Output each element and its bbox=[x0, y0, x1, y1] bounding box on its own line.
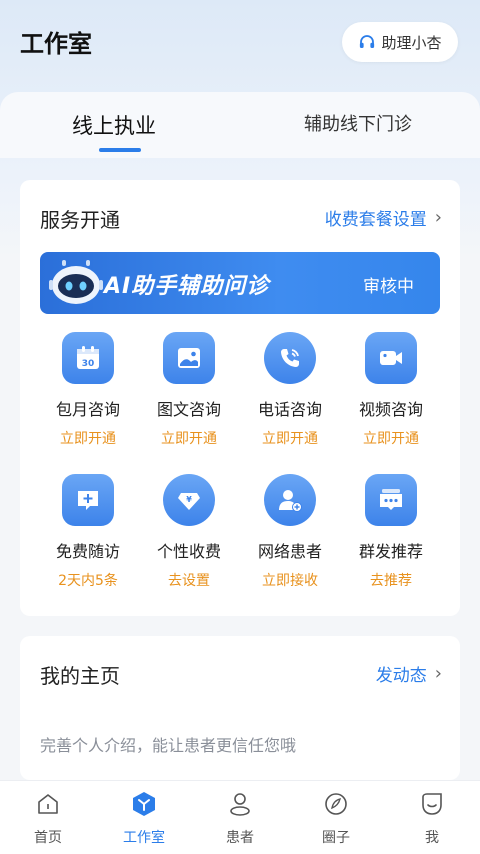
nav-label: 患者 bbox=[226, 830, 254, 846]
message-plus-icon bbox=[62, 474, 114, 526]
service-action[interactable]: 立即开通 bbox=[341, 428, 441, 448]
nav-studio[interactable]: 工作室 bbox=[104, 789, 184, 847]
service-monthly-consult[interactable]: 30 包月咨询 立即开通 bbox=[38, 332, 138, 448]
assistant-label: 助理小杏 bbox=[381, 33, 442, 52]
service-label: 电话咨询 bbox=[257, 400, 322, 419]
service-action[interactable]: 立即开通 bbox=[38, 428, 138, 448]
robot-icon bbox=[49, 260, 103, 304]
home-card-title: 我的主页 bbox=[40, 664, 120, 688]
profile-icon bbox=[422, 793, 442, 815]
studio-icon bbox=[133, 792, 155, 816]
ai-banner-title: AI助手辅助问诊 bbox=[104, 274, 270, 299]
nav-circle[interactable]: 圈子 bbox=[296, 789, 376, 847]
nav-me[interactable]: 我 bbox=[392, 789, 472, 847]
image-icon bbox=[163, 332, 215, 384]
page-title: 工作室 bbox=[20, 30, 92, 58]
phone-icon bbox=[264, 332, 316, 384]
home-icon bbox=[38, 794, 58, 814]
post-update-link[interactable]: 发动态 › bbox=[376, 661, 442, 686]
circle-icon bbox=[325, 793, 347, 815]
group-message-icon bbox=[365, 474, 417, 526]
service-card-title: 服务开通 bbox=[40, 208, 120, 232]
service-action[interactable]: 去推荐 bbox=[341, 570, 441, 590]
my-homepage-card: 我的主页 发动态 › 完善个人介绍，能让患者更信任您哦 bbox=[20, 636, 460, 780]
nav-home[interactable]: 首页 bbox=[8, 789, 88, 847]
patient-add-icon bbox=[264, 474, 316, 526]
tab-online-practice[interactable]: 线上执业 bbox=[72, 110, 156, 140]
tab-bar: 线上执业 辅助线下门诊 bbox=[0, 92, 480, 158]
header: 工作室 助理小杏 bbox=[0, 0, 480, 84]
service-label: 图文咨询 bbox=[156, 400, 221, 419]
price-tag-icon: ¥ bbox=[163, 474, 215, 526]
service-label: 包月咨询 bbox=[55, 400, 120, 419]
assistant-button[interactable]: 助理小杏 bbox=[342, 22, 458, 62]
service-label: 视频咨询 bbox=[358, 400, 423, 419]
chevron-right-icon: › bbox=[434, 663, 442, 684]
nav-label: 圈子 bbox=[322, 830, 350, 846]
post-update-label: 发动态 bbox=[375, 666, 427, 686]
headset-icon bbox=[360, 35, 375, 48]
nav-label: 工作室 bbox=[123, 830, 165, 846]
tab-indicator bbox=[99, 148, 141, 152]
svg-text:¥: ¥ bbox=[186, 495, 192, 504]
video-icon bbox=[365, 332, 417, 384]
service-online-patients[interactable]: 网络患者 立即接收 bbox=[240, 474, 340, 590]
service-image-text-consult[interactable]: 图文咨询 立即开通 bbox=[139, 332, 239, 448]
calendar-icon: 30 bbox=[62, 332, 114, 384]
patient-icon bbox=[230, 793, 250, 816]
service-action[interactable]: 去设置 bbox=[139, 570, 239, 590]
service-label: 免费随访 bbox=[55, 542, 120, 561]
service-label: 群发推荐 bbox=[358, 542, 423, 561]
service-action[interactable]: 立即开通 bbox=[139, 428, 239, 448]
service-video-consult[interactable]: 视频咨询 立即开通 bbox=[341, 332, 441, 448]
fee-package-settings-label: 收费套餐设置 bbox=[324, 210, 427, 230]
profile-hint[interactable]: 完善个人介绍，能让患者更信任您哦 bbox=[40, 732, 296, 756]
bottom-nav: 首页 工作室 患者 圈子 我 bbox=[0, 780, 480, 854]
tab-offline-clinic[interactable]: 辅助线下门诊 bbox=[304, 110, 412, 136]
service-action[interactable]: 立即开通 bbox=[240, 428, 340, 448]
service-custom-fee[interactable]: ¥ 个性收费 去设置 bbox=[139, 474, 239, 590]
nav-patients[interactable]: 患者 bbox=[200, 789, 280, 847]
nav-label: 我 bbox=[425, 830, 439, 846]
fee-package-settings-link[interactable]: 收费套餐设置 › bbox=[325, 205, 442, 230]
chevron-right-icon: › bbox=[434, 207, 442, 228]
svg-text:30: 30 bbox=[82, 359, 95, 369]
service-phone-consult[interactable]: 电话咨询 立即开通 bbox=[240, 332, 340, 448]
service-card: 服务开通 收费套餐设置 › AI助手辅助问诊 审核中 30 包月咨询 立即开通 … bbox=[20, 180, 460, 616]
service-label: 网络患者 bbox=[257, 542, 322, 561]
service-label: 个性收费 bbox=[156, 542, 221, 561]
ai-banner-status: 审核中 bbox=[363, 277, 414, 297]
service-action[interactable]: 2天内5条 bbox=[38, 570, 138, 590]
service-action[interactable]: 立即接收 bbox=[240, 570, 340, 590]
ai-assistant-banner[interactable]: AI助手辅助问诊 审核中 bbox=[40, 252, 440, 314]
service-group-recommend[interactable]: 群发推荐 去推荐 bbox=[341, 474, 441, 590]
nav-label: 首页 bbox=[34, 830, 62, 846]
service-free-followup[interactable]: 免费随访 2天内5条 bbox=[38, 474, 138, 590]
